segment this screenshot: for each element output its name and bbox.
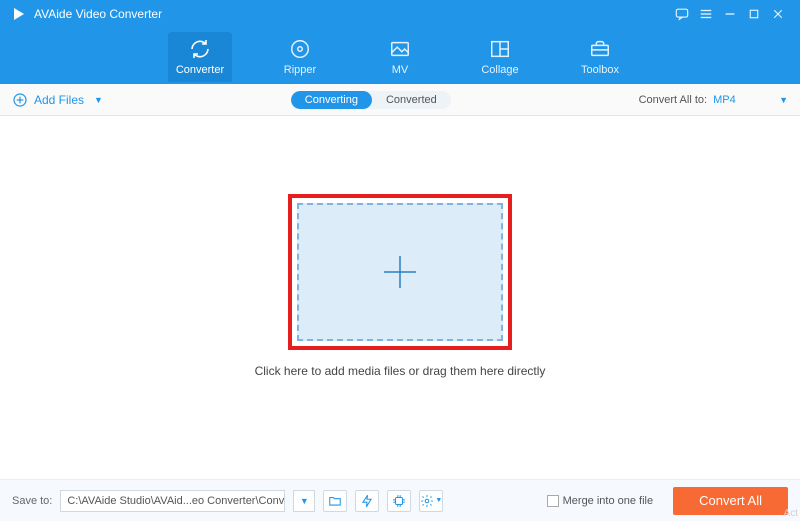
nav-label: Collage bbox=[481, 64, 518, 76]
save-path-dropdown[interactable]: ▼ bbox=[293, 490, 315, 512]
refresh-icon bbox=[188, 36, 212, 62]
settings-button[interactable]: ▼ bbox=[419, 490, 443, 512]
disc-icon bbox=[289, 36, 311, 62]
status-segmented-control: Converting Converted bbox=[291, 91, 451, 109]
nav-tab-mv[interactable]: MV bbox=[368, 32, 432, 82]
convert-all-label: Convert All to: bbox=[639, 94, 707, 106]
chevron-down-icon: ▼ bbox=[435, 497, 442, 504]
plus-icon bbox=[378, 250, 422, 294]
nav-label: Converter bbox=[176, 64, 224, 76]
titlebar: AVAide Video Converter bbox=[0, 0, 800, 28]
folder-icon bbox=[328, 494, 342, 508]
plus-circle-icon bbox=[12, 92, 28, 108]
chip-icon bbox=[392, 494, 406, 508]
main-area: Click here to add media files or drag th… bbox=[0, 116, 800, 455]
main-nav: Converter Ripper MV Collage Toolbox bbox=[0, 28, 800, 84]
drop-zone[interactable] bbox=[297, 203, 503, 341]
app-logo-icon bbox=[10, 5, 28, 23]
nav-tab-converter[interactable]: Converter bbox=[168, 32, 232, 82]
sub-toolbar: Add Files ▼ Converting Converted Convert… bbox=[0, 84, 800, 116]
nav-tab-collage[interactable]: Collage bbox=[468, 32, 532, 82]
maximize-icon[interactable] bbox=[742, 2, 766, 26]
save-to-label: Save to: bbox=[12, 495, 52, 507]
nav-tab-ripper[interactable]: Ripper bbox=[268, 32, 332, 82]
speed-button[interactable] bbox=[355, 490, 379, 512]
convert-all-format-selector[interactable]: Convert All to: MP4 ▼ bbox=[639, 94, 788, 106]
chevron-down-icon: ▼ bbox=[779, 95, 788, 105]
highlight-outline bbox=[288, 194, 512, 350]
nav-tab-toolbox[interactable]: Toolbox bbox=[568, 32, 632, 82]
add-files-button[interactable]: Add Files ▼ bbox=[12, 92, 103, 108]
minimize-icon[interactable] bbox=[718, 2, 742, 26]
gpu-button[interactable] bbox=[387, 490, 411, 512]
feedback-icon[interactable] bbox=[670, 2, 694, 26]
bottom-bar: Save to: C:\AVAide Studio\AVAid...eo Con… bbox=[0, 479, 800, 521]
convert-all-format: MP4 bbox=[713, 94, 773, 106]
merge-label: Merge into one file bbox=[563, 495, 654, 507]
menu-icon[interactable] bbox=[694, 2, 718, 26]
save-path-field[interactable]: C:\AVAide Studio\AVAid...eo Converter\Co… bbox=[60, 490, 285, 512]
drop-hint-text: Click here to add media files or drag th… bbox=[255, 364, 546, 378]
seg-converting[interactable]: Converting bbox=[291, 91, 372, 109]
checkbox-box-icon bbox=[547, 495, 559, 507]
chevron-down-icon: ▼ bbox=[94, 95, 103, 105]
watermark-text: Act bbox=[784, 508, 798, 519]
convert-all-button[interactable]: Convert All bbox=[673, 487, 788, 515]
add-files-label: Add Files bbox=[34, 93, 84, 107]
collage-icon bbox=[489, 36, 511, 62]
seg-converted[interactable]: Converted bbox=[372, 91, 451, 109]
app-title: AVAide Video Converter bbox=[34, 7, 162, 21]
nav-label: MV bbox=[392, 64, 409, 76]
chevron-down-icon: ▼ bbox=[300, 496, 309, 506]
picture-icon bbox=[389, 36, 411, 62]
merge-checkbox[interactable]: Merge into one file bbox=[547, 495, 654, 507]
lightning-icon bbox=[360, 494, 374, 508]
gear-icon bbox=[420, 494, 434, 508]
nav-label: Ripper bbox=[284, 64, 316, 76]
nav-label: Toolbox bbox=[581, 64, 619, 76]
close-icon[interactable] bbox=[766, 2, 790, 26]
open-folder-button[interactable] bbox=[323, 490, 347, 512]
toolbox-icon bbox=[589, 36, 611, 62]
